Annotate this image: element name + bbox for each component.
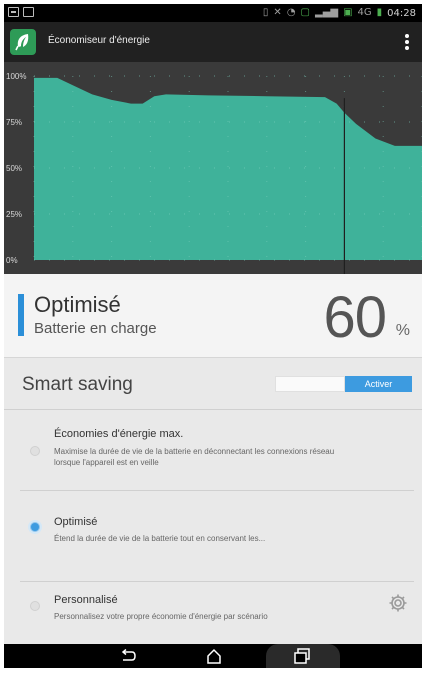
device-frame: ▯ ✕ ◔ ▢ ▂▄▆ ▣ 4G ▮ 04:28 Économiseur d'é… — [0, 0, 426, 673]
signal-icon: ▂▄▆ — [315, 7, 339, 18]
chart-svg: 100% 75% 50% 25% 0% — [4, 62, 422, 274]
battery-charging-icon: ▮ — [376, 7, 383, 18]
wifi-icon: ◔ — [286, 7, 296, 18]
smart-saving-label: Smart saving — [22, 374, 133, 395]
system-icons: ▯ ✕ ◔ ▢ ▂▄▆ ▣ 4G ▮ 04:28 — [263, 5, 416, 21]
screen: ▯ ✕ ◔ ▢ ▂▄▆ ▣ 4G ▮ 04:28 Économiseur d'é… — [4, 4, 422, 668]
mode-title: Optimisé — [34, 292, 121, 317]
y-tick-label: 25% — [6, 210, 22, 219]
toggle-track — [275, 376, 345, 392]
option-title: Économies d'énergie max. — [54, 428, 184, 440]
sim-icon: ▢ — [300, 7, 310, 18]
y-tick-label: 0% — [6, 256, 18, 265]
navigation-bar — [4, 644, 422, 668]
vibrate-icon: ▯ — [262, 7, 269, 18]
gear-icon[interactable] — [388, 593, 408, 613]
battery-percentage: 60 — [323, 285, 387, 350]
y-tick-label: 75% — [6, 118, 22, 127]
battery-history-chart: 100% 75% 50% 25% 0% — [4, 62, 422, 274]
recents-icon[interactable] — [290, 646, 314, 666]
option-description: Étend la durée de vie de la batterie tou… — [54, 534, 266, 543]
notification-icons — [8, 7, 34, 19]
option-max-saving[interactable]: Économies d'énergie max. Maximise la dur… — [4, 410, 422, 490]
battery-unit: % — [395, 322, 410, 339]
mute-icon: ✕ — [273, 7, 282, 18]
y-tick-label: 50% — [6, 164, 22, 173]
screen-notification-icon — [23, 7, 34, 17]
series-area-0 — [34, 77, 422, 260]
leaf-icon — [10, 29, 36, 55]
app-title: Économiseur d'énergie — [48, 35, 150, 46]
option-title: Optimisé — [54, 516, 98, 528]
back-icon[interactable] — [116, 646, 140, 666]
option-optimized[interactable]: Optimisé Étend la durée de vie de la bat… — [4, 491, 422, 581]
radio-custom[interactable] — [30, 601, 40, 611]
smart-saving-row: Smart saving Activer — [4, 358, 422, 410]
smart-saving-toggle[interactable]: Activer — [275, 376, 412, 392]
network-type-icon: 4G — [357, 7, 372, 18]
data-icon: ▣ — [343, 7, 353, 18]
clock: 04:28 — [387, 7, 416, 19]
toggle-activate-label: Activer — [345, 376, 412, 392]
option-description: Maximise la durée de vie de la batterie … — [54, 447, 335, 467]
battery-status-card: Optimisé Batterie en charge 60 % — [4, 274, 422, 358]
charging-status: Batterie en charge — [34, 320, 157, 337]
radio-max-saving[interactable] — [30, 446, 40, 456]
option-description: Personnalisez votre propre économie d'én… — [54, 612, 268, 621]
gallery-notification-icon — [8, 7, 19, 17]
home-icon[interactable] — [202, 646, 226, 666]
app-bar: Économiseur d'énergie — [4, 22, 422, 62]
status-accent-bar — [18, 294, 24, 336]
status-bar: ▯ ✕ ◔ ▢ ▂▄▆ ▣ 4G ▮ 04:28 — [4, 4, 422, 22]
option-custom[interactable]: Personnalisé Personnalisez votre propre … — [4, 582, 422, 642]
radio-optimized[interactable] — [30, 522, 40, 532]
overflow-menu-icon[interactable] — [400, 32, 414, 52]
y-tick-label: 100% — [6, 72, 26, 81]
option-title: Personnalisé — [54, 594, 118, 606]
